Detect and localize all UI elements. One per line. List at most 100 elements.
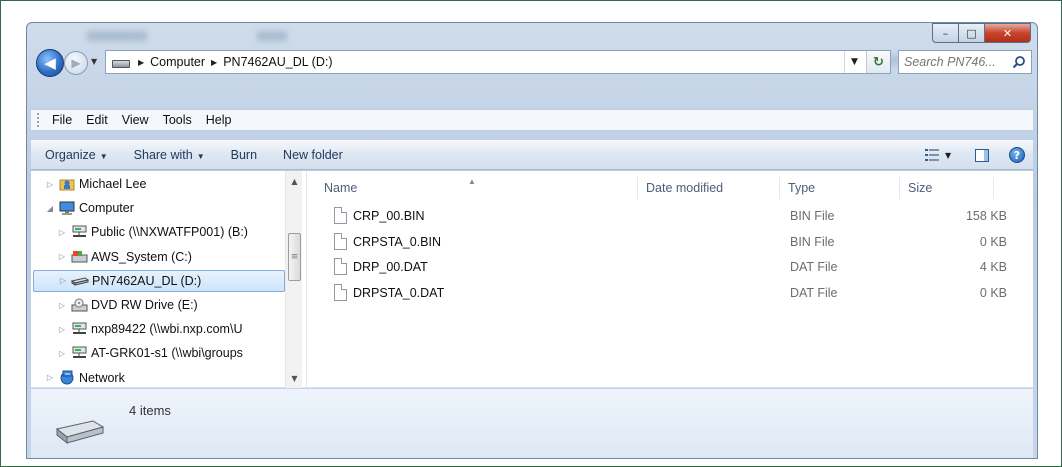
nav-item[interactable]: ▷ DVD RW Drive (E:) [31,294,198,316]
nav-item[interactable]: ◢ Computer [31,197,134,219]
minimize-button[interactable]: – [932,23,959,43]
menu-grip [37,113,39,127]
chevron-down-icon: ▼ [99,151,108,161]
new-folder-button[interactable]: New folder [283,148,343,162]
scroll-up-icon[interactable]: ▲ [286,173,303,189]
background-blur [87,31,147,41]
column-size-label: Size [908,181,933,195]
menu-view[interactable]: View [115,113,156,127]
expand-icon[interactable]: ▷ [45,180,55,189]
expand-icon[interactable]: ▷ [58,276,68,285]
removable-drive-large-icon [55,420,105,445]
item-count: 4 items [129,403,171,418]
nav-item-label: Public (\\NXWATFP001) (B:) [91,225,248,240]
nav-item[interactable]: ▷ nxp89422 (\\wbi.nxp.com\U [31,318,243,340]
collapse-icon[interactable]: ◢ [45,204,55,213]
column-date-label: Date modified [646,181,724,195]
search-input[interactable] [904,55,1004,69]
column-header-type[interactable]: Type [780,177,900,199]
search-box[interactable] [898,50,1032,74]
nav-item-label: AWS_System (C:) [91,249,192,264]
column-header-date[interactable]: Date modified [638,177,780,199]
navigation-row: ◀ ▶ ▼ ▶ Computer ▶ PN7462AU_DL (D:) ▼ ↻ [27,47,1037,79]
file-icon [334,283,347,301]
column-header-name[interactable]: Name ▲ [308,177,638,199]
breadcrumb-separator-icon[interactable]: ▶ [211,58,217,67]
breadcrumb-current-drive[interactable]: PN7462AU_DL (D:) [223,55,332,69]
share-with-label: Share with [133,147,193,162]
file-row[interactable]: DRP_00.DAT DAT File 4 KB [308,256,1033,278]
expand-icon[interactable]: ▷ [57,228,67,237]
column-type-label: Type [788,181,816,195]
help-icon[interactable]: ? [1009,147,1025,163]
system-drive-icon [70,249,88,265]
details-pane: 4 items [31,389,1033,458]
refresh-icon[interactable]: ↻ [866,51,890,73]
address-bar[interactable]: ▶ Computer ▶ PN7462AU_DL (D:) ▼ ↻ [105,50,891,74]
change-view-button[interactable]: ▼ [925,149,955,161]
caption-buttons: – □ ✕ [932,23,1031,43]
file-type: BIN File [790,209,835,223]
nav-item-label: Michael Lee [79,177,147,191]
menu-bar: File Edit View Tools Help [31,109,1033,131]
navigation-pane: ▷ Michael Lee ◢ Computer ▷ Public (\\NXWATFP0… [31,171,307,388]
nav-scrollbar[interactable]: ▲ ≡ ▼ [285,171,302,388]
sort-ascending-icon: ▲ [468,177,476,186]
expand-icon[interactable]: ▷ [57,252,67,261]
organize-button[interactable]: Organize ▼ [45,148,108,162]
column-header-size[interactable]: Size [900,177,994,199]
removable-drive-icon [71,273,89,289]
back-arrow-icon: ◀ [44,54,56,72]
maximize-button[interactable]: □ [959,23,985,43]
computer-icon [58,200,76,216]
menu-file[interactable]: File [45,113,79,127]
breadcrumb-computer[interactable]: Computer [150,55,205,69]
file-name: CRP_00.BIN [353,209,425,223]
menu-edit[interactable]: Edit [79,113,115,127]
share-with-button[interactable]: Share with ▼ [134,148,205,162]
scroll-down-icon[interactable]: ▼ [286,370,303,386]
nav-item-label: Network [79,370,125,385]
nav-item[interactable]: ▷ AT-GRK01-s1 (\\wbi\groups [31,342,243,364]
burn-button[interactable]: Burn [231,148,257,162]
search-icon[interactable] [1012,55,1026,69]
user-folder-icon [58,176,76,192]
recent-pages-button[interactable]: ▼ [91,57,97,66]
expand-icon[interactable]: ▷ [57,349,67,358]
file-row[interactable]: CRP_00.BIN BIN File 158 KB [308,205,1033,227]
file-row[interactable]: DRPSTA_0.DAT DAT File 0 KB [308,282,1033,304]
expand-icon[interactable]: ▷ [57,325,67,334]
menu-tools[interactable]: Tools [156,113,199,127]
back-button[interactable]: ◀ [36,49,64,77]
chevron-down-icon: ▼ [196,151,205,161]
file-name: CRPSTA_0.BIN [353,234,441,249]
expand-icon[interactable]: ▷ [45,373,55,382]
file-row[interactable]: CRPSTA_0.BIN BIN File 0 KB [308,231,1033,253]
nav-item[interactable]: ▷ Michael Lee [31,173,146,195]
file-icon [334,258,347,275]
preview-pane-icon[interactable] [975,148,989,162]
file-size: 0 KB [979,285,1007,300]
file-type: DAT File [790,285,838,300]
forward-button[interactable]: ▶ [64,51,88,75]
nav-item[interactable]: ▷ Public (\\NXWATFP001) (B:) [31,221,248,243]
file-size: 0 KB [979,234,1007,249]
column-name-label: Name [324,181,358,195]
nav-item[interactable]: ▷ AWS_System (C:) [31,246,192,268]
file-size: 158 KB [965,209,1007,223]
file-type: BIN File [790,234,835,249]
address-dropdown-icon[interactable]: ▼ [844,51,864,73]
scroll-thumb[interactable]: ≡ [288,233,301,281]
nav-item[interactable]: ▷ Network [31,367,125,388]
command-bar: Organize ▼ Share with ▼ Burn New folder ▼ … [31,140,1033,170]
breadcrumb-separator-icon[interactable]: ▶ [138,58,144,67]
close-button[interactable]: ✕ [985,23,1031,43]
nav-item-label: Computer [79,201,134,216]
file-icon [334,207,347,224]
nav-item[interactable]: ▷ PN7462AU_DL (D:) [33,269,285,292]
forward-arrow-icon: ▶ [71,56,81,70]
network-drive-icon [70,321,88,337]
menu-help[interactable]: Help [199,113,239,127]
file-icon [334,232,347,250]
expand-icon[interactable]: ▷ [57,301,67,310]
